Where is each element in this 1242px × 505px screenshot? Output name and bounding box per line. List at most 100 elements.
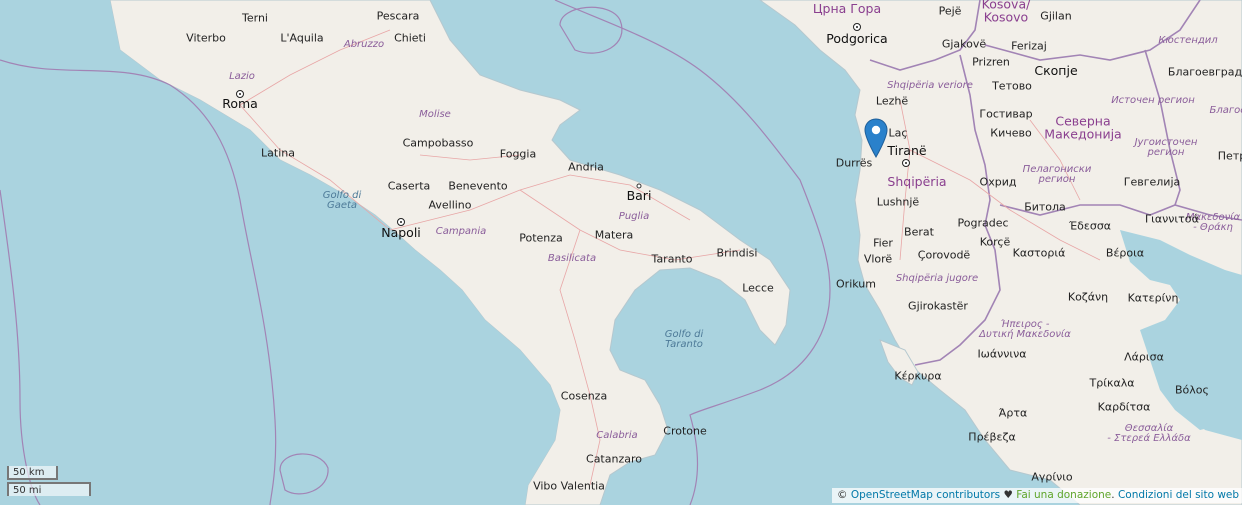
- map-pin-icon[interactable]: [864, 118, 888, 158]
- city-label: Πρέβεζα: [968, 430, 1016, 444]
- region-label: Abruzzo: [343, 39, 385, 50]
- attribution-separator: .: [1111, 489, 1115, 501]
- city-label: Vlorë: [863, 252, 893, 266]
- region-label: Puglia: [618, 211, 650, 222]
- city-label: Гостивар: [979, 107, 1033, 121]
- city-label: Καστοριά: [1012, 246, 1066, 260]
- city-label: Τρίκαλα: [1089, 376, 1135, 390]
- country-label: Kosova/ Kosovo: [981, 0, 1031, 24]
- city-label: Berat: [904, 225, 934, 239]
- city-label: Благоевград: [1167, 65, 1242, 79]
- city-label: Napoli: [381, 224, 421, 240]
- city-label: Καρδίτσα: [1097, 400, 1151, 414]
- attribution-bar: © OpenStreetMap contributors ♥ Fai una d…: [832, 488, 1242, 503]
- city-label: Γιαννιτσά: [1145, 212, 1199, 226]
- city-label: Gjilan: [1040, 9, 1072, 23]
- country-label: Црна Гора: [812, 0, 882, 16]
- city-label: Andria: [568, 160, 604, 174]
- capital-label: Roma: [222, 95, 258, 111]
- city-label: Κατερίνη: [1127, 291, 1179, 305]
- heart-icon: ♥: [1003, 489, 1013, 501]
- sea-label: Golfo di Taranto: [664, 329, 704, 350]
- city-label: Lushnjë: [876, 195, 920, 209]
- city-label: Έδεσσα: [1068, 219, 1112, 233]
- capital-label: Скопје: [1034, 62, 1078, 78]
- region-label: Campania: [435, 226, 487, 237]
- region-label: Благое: [1209, 105, 1242, 116]
- city-label: Κέρκυρα: [894, 369, 942, 383]
- city-label: Гевгелија: [1123, 175, 1181, 189]
- scale-bar-km: 50 km: [7, 466, 58, 480]
- region-label: Југоисточен регион: [1134, 137, 1198, 158]
- city-label: Άρτα: [998, 406, 1028, 420]
- city-label: Benevento: [448, 179, 508, 193]
- city-label: Охрид: [979, 175, 1017, 189]
- city-label: Campobasso: [402, 136, 474, 150]
- city-label: Βέροια: [1105, 246, 1145, 260]
- city-label: Avellino: [428, 198, 472, 212]
- city-label: Gjirokastër: [908, 299, 968, 313]
- city-label: Potenza: [519, 231, 563, 245]
- city-label: Terni: [242, 11, 268, 25]
- city-label: L'Aquila: [280, 31, 324, 45]
- city-label: Korçë: [979, 235, 1011, 249]
- region-label: Molise: [419, 109, 451, 120]
- city-label: Chieti: [394, 31, 426, 45]
- city-label: Fier: [873, 236, 893, 250]
- scale-bar-mi: 50 mi: [7, 482, 91, 496]
- city-label: Cosenza: [560, 389, 608, 403]
- sea-label: Golfo di Gaeta: [322, 190, 362, 211]
- city-label: Orikum: [836, 277, 876, 291]
- city-label: Λάρισα: [1124, 350, 1164, 364]
- city-label: Ferizaj: [1011, 39, 1047, 53]
- region-label: Θεσσαλία - Στερεά Ελλάδα: [1107, 423, 1191, 444]
- city-label: Ιωάννινα: [977, 347, 1027, 361]
- city-label: Pejë: [938, 4, 962, 18]
- city-label: Петр: [1217, 149, 1242, 163]
- region-label: Пелагониски регион: [1022, 164, 1092, 185]
- region-label: Ήπειρος - Δυτική Μακεδονία: [979, 319, 1071, 340]
- region-label: Источен регион: [1111, 95, 1195, 106]
- city-label: Gjakovë: [941, 37, 987, 51]
- city-label: Çorovodë: [917, 248, 971, 262]
- region-label: Кюстендил: [1158, 35, 1218, 46]
- region-label: Calabria: [596, 430, 638, 441]
- city-label: Prizren: [972, 55, 1010, 69]
- region-label: Shqipëria veriore: [887, 80, 973, 91]
- city-label: Viterbo: [186, 31, 226, 45]
- map-view[interactable]: Terni Pescara Viterbo L'Aquila Chieti Ab…: [0, 0, 1242, 505]
- city-label: Durrës: [835, 156, 873, 170]
- osm-contributors-link[interactable]: OpenStreetMap contributors: [851, 489, 1000, 501]
- copyright-symbol: ©: [837, 489, 848, 501]
- city-label: Crotone: [663, 424, 707, 438]
- city-label: Кичево: [990, 126, 1032, 140]
- capital-label: Podgorica: [826, 30, 888, 46]
- city-label: Laç: [888, 126, 908, 140]
- city-label: Битола: [1024, 200, 1066, 214]
- city-label: Pogradec: [957, 216, 1009, 230]
- terms-link[interactable]: Condizioni del sito web e de: [1118, 489, 1242, 501]
- region-label: Basilicata: [547, 253, 597, 264]
- city-label: Βόλος: [1175, 383, 1209, 397]
- capital-label: Tiranë: [887, 142, 927, 158]
- city-label: Taranto: [651, 252, 693, 266]
- city-label: Κοζάνη: [1067, 290, 1109, 304]
- region-label: Lazio: [229, 71, 255, 82]
- city-label: Vibo Valentia: [533, 479, 605, 493]
- country-label: Северна Македонија: [1044, 113, 1122, 141]
- city-label: Foggia: [499, 147, 537, 161]
- city-label: Lecce: [742, 281, 774, 295]
- capital-marker: [902, 159, 910, 167]
- country-label: Shqipëria: [887, 173, 947, 189]
- city-label: Catanzaro: [586, 452, 642, 466]
- city-label: Latina: [261, 146, 295, 160]
- donate-link[interactable]: Fai una donazione: [1016, 489, 1111, 501]
- city-label: Bari: [626, 187, 652, 203]
- city-label: Brindisi: [716, 246, 758, 260]
- region-label: Shqipëria jugore: [895, 273, 979, 284]
- city-label: Тетово: [992, 79, 1032, 93]
- city-label: Caserta: [387, 179, 431, 193]
- city-label: Lezhë: [875, 94, 909, 108]
- city-label: Αγρίνιο: [1031, 470, 1073, 484]
- city-label: Pescara: [376, 9, 420, 23]
